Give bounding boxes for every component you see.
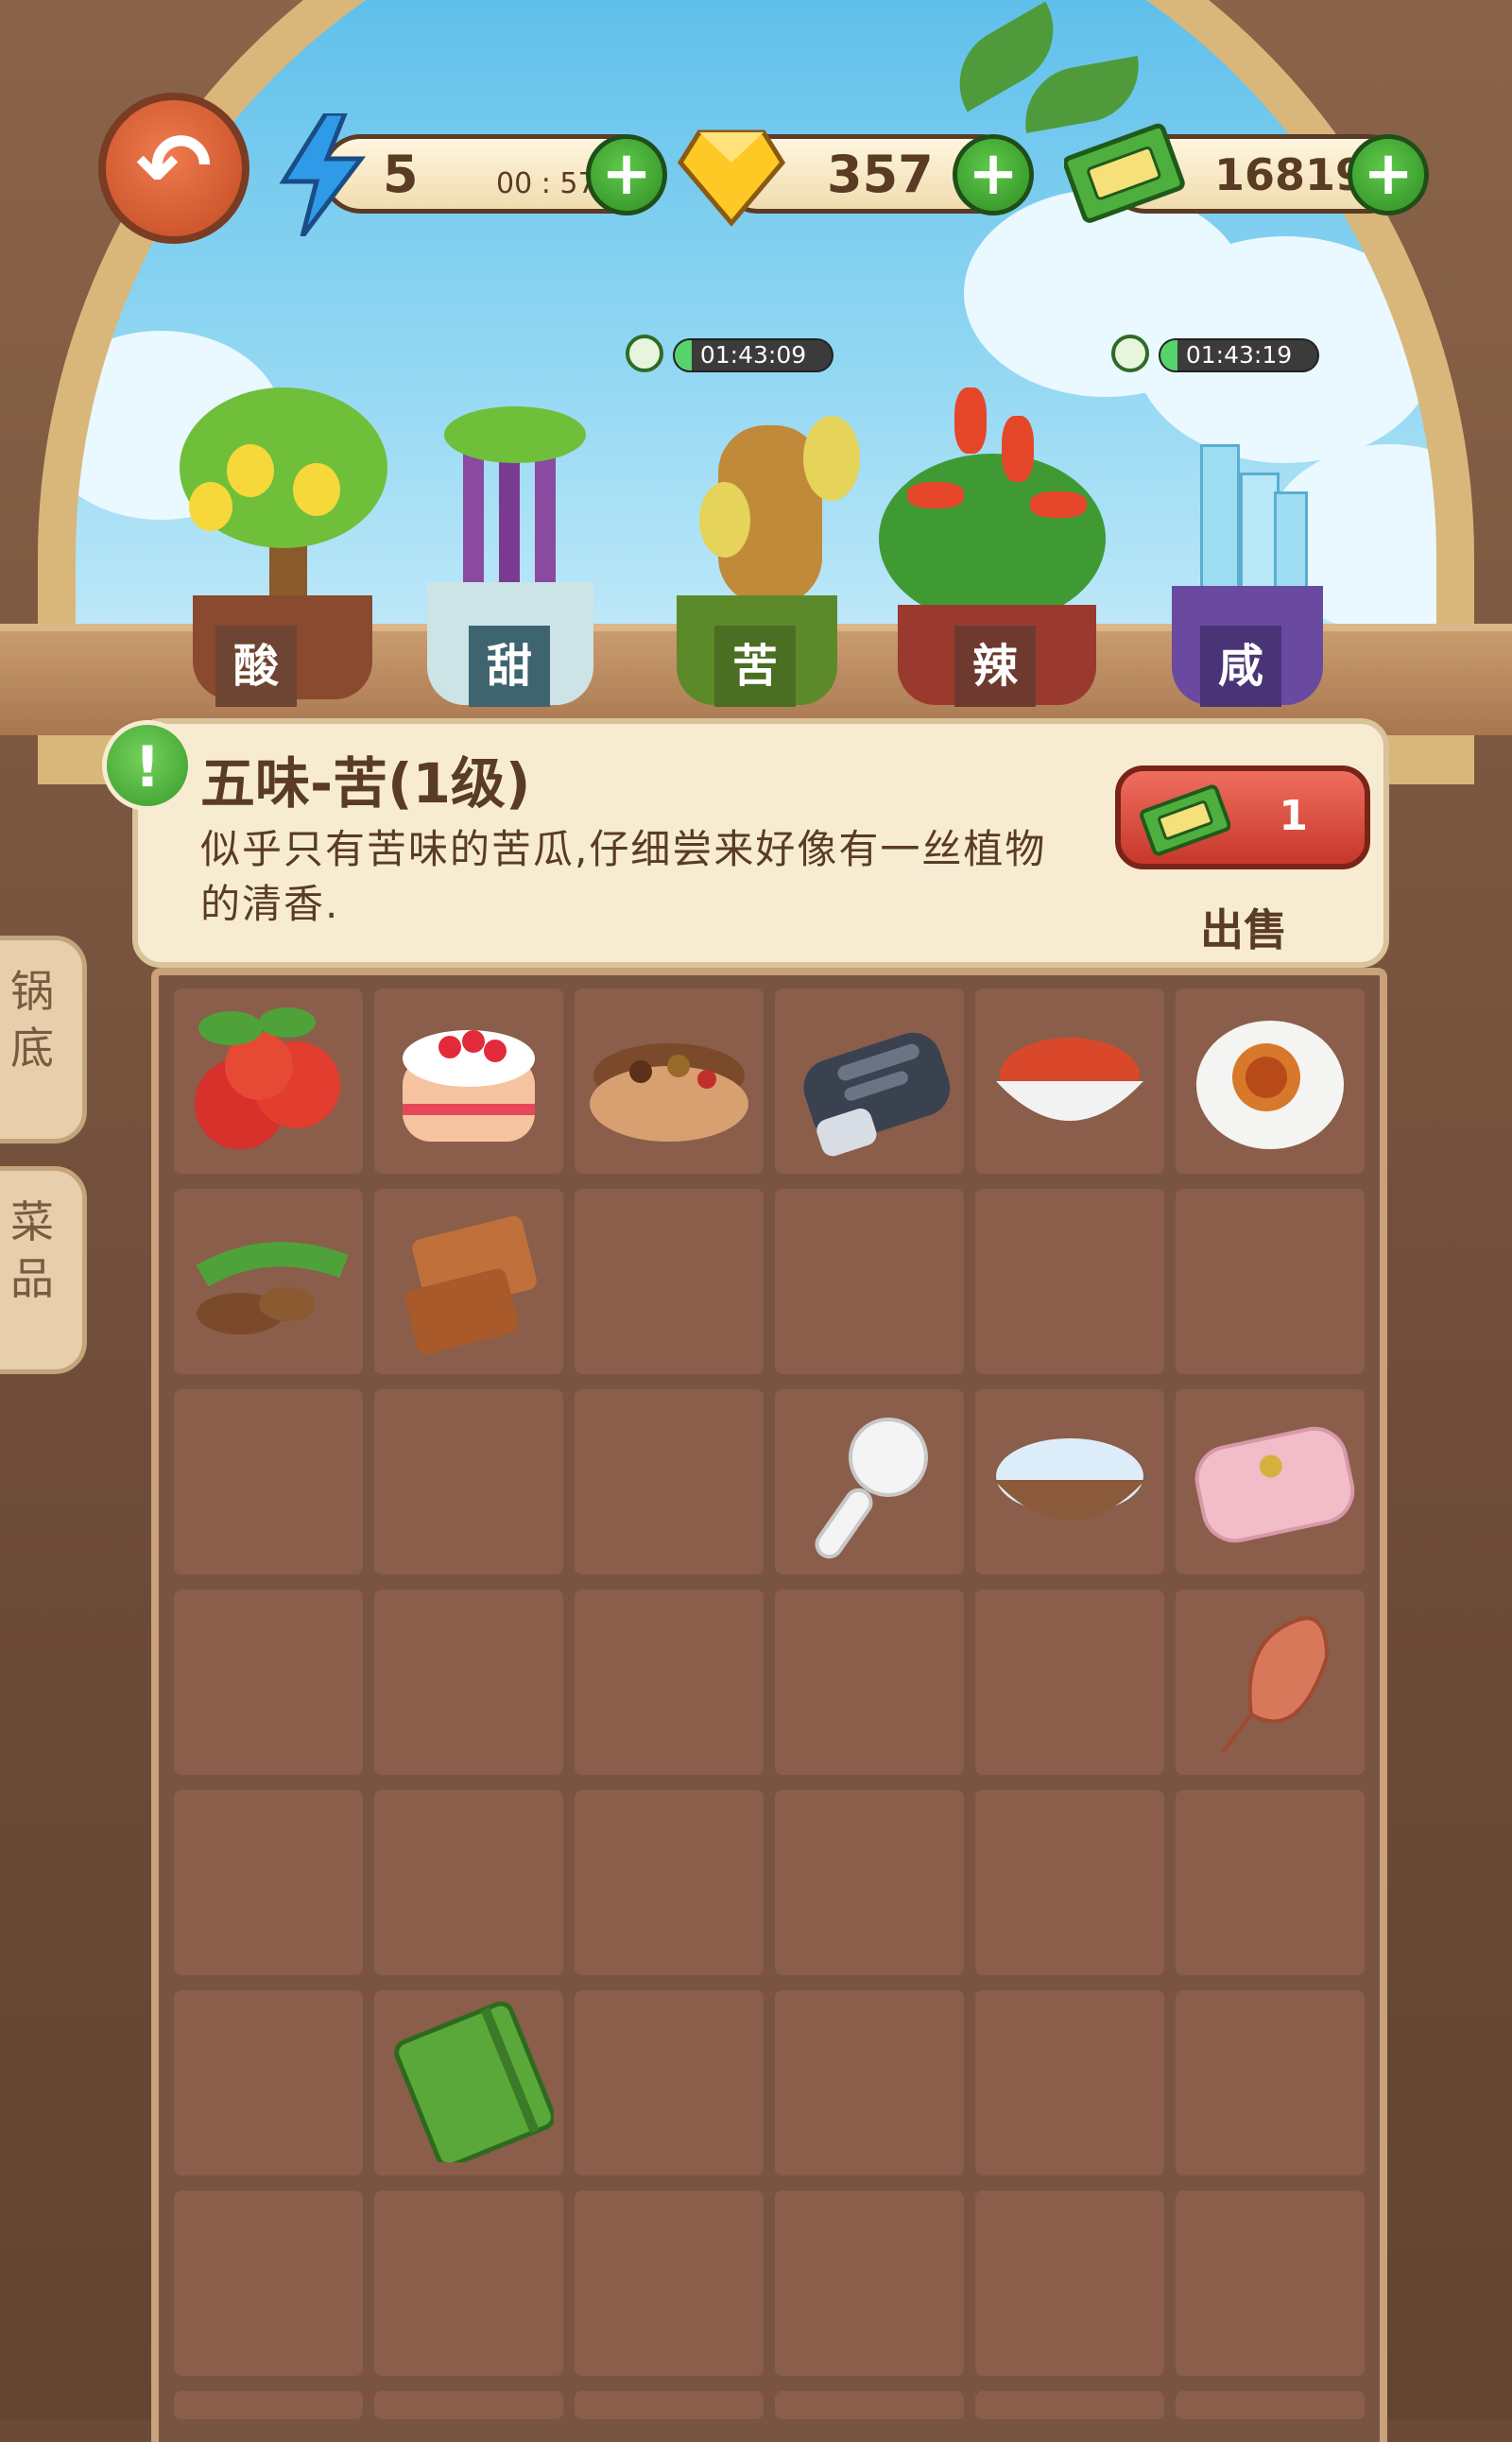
tamarind-icon[interactable] <box>183 1200 353 1361</box>
salted-egg-icon[interactable] <box>1185 1000 1355 1161</box>
back-button[interactable]: ↶ <box>98 93 249 244</box>
inventory-slot[interactable] <box>775 2191 964 2376</box>
tab-pot-base[interactable]: 锅底 <box>0 936 87 1144</box>
inventory-slot[interactable] <box>775 1189 964 1374</box>
plant-chili[interactable]: 辣 <box>869 378 1115 709</box>
earbud-icon[interactable] <box>784 1401 954 1561</box>
inventory-slot[interactable] <box>174 2391 363 2419</box>
inventory-slot[interactable] <box>174 2191 363 2376</box>
hawthorn-berries-icon[interactable] <box>183 1000 353 1161</box>
inventory-slot[interactable] <box>575 2191 764 2376</box>
inventory-slot[interactable] <box>575 1990 764 2175</box>
sell-button[interactable]: 1 <box>1115 765 1370 869</box>
energy-timer: 00 : 57 <box>496 167 596 200</box>
chili-powder-bowl-icon[interactable] <box>985 1000 1155 1161</box>
inventory-slot[interactable] <box>575 2391 764 2419</box>
inventory-slot[interactable] <box>374 2391 563 2419</box>
plant-lemon-tree[interactable]: 酸 <box>161 387 406 709</box>
inventory-slot[interactable] <box>975 1189 1164 1374</box>
inventory-slot[interactable] <box>174 1790 363 1975</box>
clock-icon <box>626 335 663 372</box>
pink-pouch-icon[interactable] <box>1185 1401 1355 1561</box>
plant-label: 辣 <box>954 626 1036 707</box>
inventory-slot[interactable] <box>374 2191 563 2376</box>
gem-plus-button[interactable]: + <box>953 134 1034 215</box>
plant-label: 咸 <box>1200 626 1281 707</box>
mixed-spices-bowl-icon[interactable] <box>584 1000 754 1161</box>
inventory-slot[interactable] <box>174 1389 363 1574</box>
plant-sugarcane[interactable]: 甜 <box>416 397 605 709</box>
sell-count: 1 <box>1279 792 1308 840</box>
plant-label: 酸 <box>215 626 297 707</box>
strawberry-cake-icon[interactable] <box>384 1000 554 1161</box>
energy-plus-button[interactable]: + <box>586 134 667 215</box>
plant-bitter-melon[interactable]: 苦 <box>662 397 888 709</box>
inventory-slot[interactable] <box>575 1389 764 1574</box>
inventory-slot[interactable] <box>775 1990 964 2175</box>
inventory-slot[interactable] <box>775 2391 964 2419</box>
inventory-slot[interactable] <box>1176 2391 1365 2419</box>
brown-sugar-slabs-icon[interactable] <box>384 1200 554 1361</box>
gem-icon <box>677 129 786 227</box>
timer-progress: 01:43:19 <box>1159 338 1319 372</box>
inventory-slot[interactable] <box>775 1590 964 1775</box>
plant-salt-crystal[interactable]: 咸 <box>1162 425 1332 709</box>
inventory-slot[interactable] <box>374 1790 563 1975</box>
salt-bowl-icon[interactable] <box>985 1401 1155 1561</box>
inventory-slot[interactable] <box>1176 1790 1365 1975</box>
inventory-slot[interactable] <box>174 1990 363 2175</box>
cash-stack-icon <box>1064 123 1185 223</box>
tab-dishes[interactable]: 菜品 <box>0 1166 87 1374</box>
inventory-slot[interactable] <box>775 1790 964 1975</box>
inventory-slot[interactable] <box>975 2391 1164 2419</box>
dried-fish-icon[interactable] <box>1185 1601 1355 1762</box>
tab-label: 锅底 <box>10 966 54 1074</box>
cash-plus-button[interactable]: + <box>1348 134 1429 215</box>
gem-value: 357 <box>827 145 934 204</box>
cash-stack-icon <box>1140 784 1230 856</box>
item-description: 似乎只有苦味的苦瓜,仔细尝来好像有一丝植物的清香. <box>200 826 1047 927</box>
inventory-slot[interactable] <box>374 1389 563 1574</box>
inventory-slot[interactable] <box>1176 1189 1365 1374</box>
inventory-slot[interactable] <box>1176 2191 1365 2376</box>
green-notebook-icon[interactable] <box>384 2002 554 2162</box>
sell-label: 出售 <box>1200 904 1287 955</box>
inventory-slot[interactable] <box>975 1990 1164 2175</box>
inventory-slot[interactable] <box>174 1590 363 1775</box>
plant-label: 苦 <box>714 626 796 707</box>
car-key-fob-icon[interactable] <box>784 1000 954 1161</box>
tab-label: 菜品 <box>10 1196 54 1304</box>
plant-label: 甜 <box>469 626 550 707</box>
inventory-slot[interactable] <box>575 1189 764 1374</box>
item-title: 五味-苦(1级) <box>200 751 531 816</box>
inventory-slot[interactable] <box>975 1590 1164 1775</box>
energy-value: 5 <box>383 145 419 204</box>
lightning-icon <box>279 113 367 236</box>
inventory-slot[interactable] <box>1176 1990 1365 2175</box>
inventory-slot[interactable] <box>575 1590 764 1775</box>
inventory-slot[interactable] <box>975 1790 1164 1975</box>
alert-icon: ! <box>102 720 193 811</box>
timer-progress: 01:43:09 <box>673 338 833 372</box>
inventory-slot[interactable] <box>975 2191 1164 2376</box>
inventory-slot[interactable] <box>575 1790 764 1975</box>
clock-icon <box>1111 335 1149 372</box>
inventory-slot[interactable] <box>374 1590 563 1775</box>
